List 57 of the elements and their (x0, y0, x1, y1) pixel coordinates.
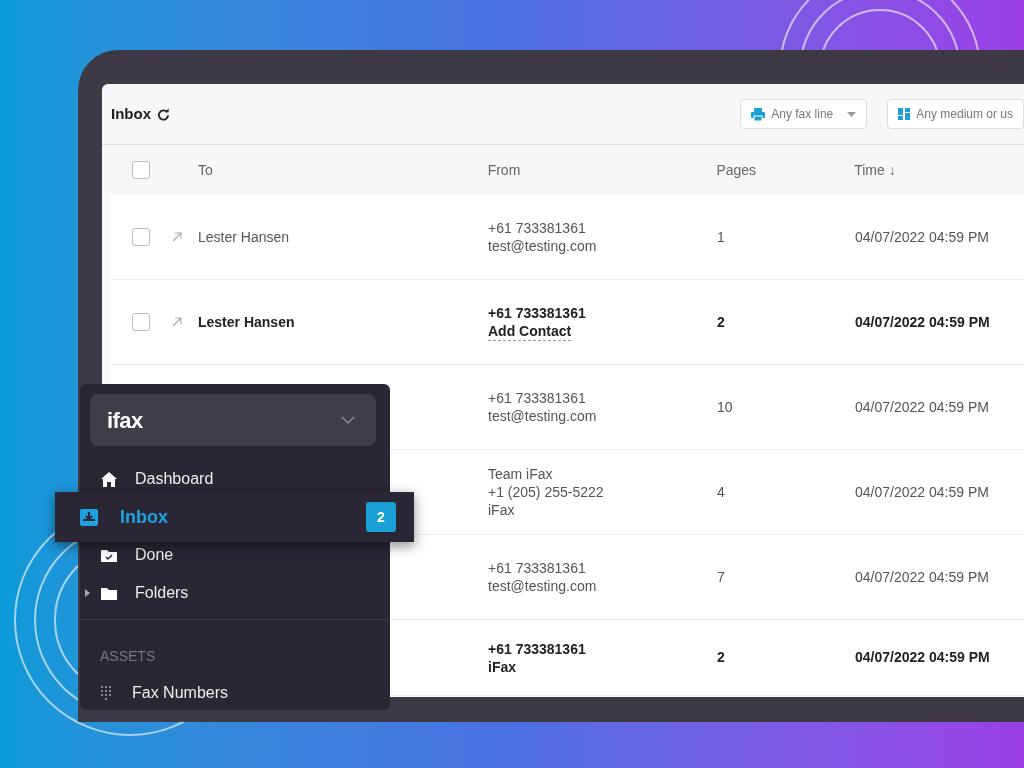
sender-line: +61 733381361 (488, 219, 586, 237)
received-time: 04/07/2022 04:59 PM (855, 482, 989, 502)
row-checkbox[interactable] (132, 313, 150, 331)
sender-line: +61 733381361 (488, 559, 586, 577)
sender-line: iFax (488, 501, 515, 519)
page-count: 1 (717, 228, 725, 245)
recipient-name: Lester Hansen (198, 228, 290, 245)
dialpad-icon (101, 686, 111, 700)
page-count: 10 (717, 398, 733, 415)
printer-icon (751, 107, 766, 121)
checked-folder-icon (101, 548, 117, 562)
sidebar-item[interactable]: Fax Numbers (80, 680, 390, 706)
home-icon (101, 471, 117, 487)
received-time: 04/07/2022 04:59 PM (855, 567, 989, 587)
received-time: 04/07/2022 04:59 PM (855, 312, 990, 332)
sidebar-item[interactable]: Dashboard (80, 466, 280, 492)
received-time: 04/07/2022 04:59 PM (855, 648, 990, 667)
filter-dropdown[interactable]: Any medium or us (887, 99, 1024, 129)
inbox-icon (80, 508, 98, 526)
chevron-down-icon (341, 416, 355, 424)
row-checkbox[interactable] (132, 228, 150, 246)
sender-line: +61 733381361 (488, 639, 586, 658)
select-all-checkbox[interactable] (132, 161, 150, 179)
sender-line: test@testing.com (488, 407, 597, 425)
received-time: 04/07/2022 04:59 PM (855, 397, 989, 417)
sidebar-item[interactable]: Done (80, 542, 280, 568)
filter-dropdown[interactable]: Any fax line (740, 99, 868, 129)
folder-icon (101, 586, 117, 600)
logo: ifax (107, 406, 143, 435)
outgoing-arrow-icon (172, 232, 182, 242)
sender-line: +61 733381361 (488, 389, 586, 407)
sender-line: test@testing.com (488, 237, 597, 255)
sender-line: +61 733381361 (488, 303, 586, 322)
page-count: 2 (717, 313, 725, 330)
refresh-icon[interactable] (157, 107, 170, 121)
column-header[interactable]: Pages (716, 159, 855, 181)
sidebar-item[interactable]: Folders (80, 580, 280, 606)
add-contact-link[interactable]: Add Contact (488, 321, 572, 341)
section-heading: ASSETS (100, 647, 156, 666)
sender-line: iFax (488, 657, 516, 676)
outgoing-arrow-icon (172, 317, 182, 327)
sidebar-item[interactable]: Inbox 2 (55, 492, 414, 542)
page-count: 7 (717, 568, 725, 585)
column-header[interactable]: Time ↓ (854, 159, 1024, 181)
received-time: 04/07/2022 04:59 PM (855, 227, 989, 247)
inbox-title: Inbox (111, 103, 151, 124)
column-header[interactable]: From (487, 159, 717, 181)
column-header[interactable]: To (198, 159, 488, 181)
page-count: 4 (717, 483, 725, 500)
sender-line: +1 (205) 255-5222 (488, 483, 604, 501)
recipient-name: Lester Hansen (198, 313, 295, 330)
count-badge: 2 (366, 502, 396, 532)
sender-line: test@testing.com (488, 577, 597, 595)
grid-icon (898, 108, 911, 120)
account-switcher[interactable]: ifax (90, 394, 376, 446)
page-count: 2 (717, 649, 725, 665)
sender-line: Team iFax (488, 465, 553, 483)
